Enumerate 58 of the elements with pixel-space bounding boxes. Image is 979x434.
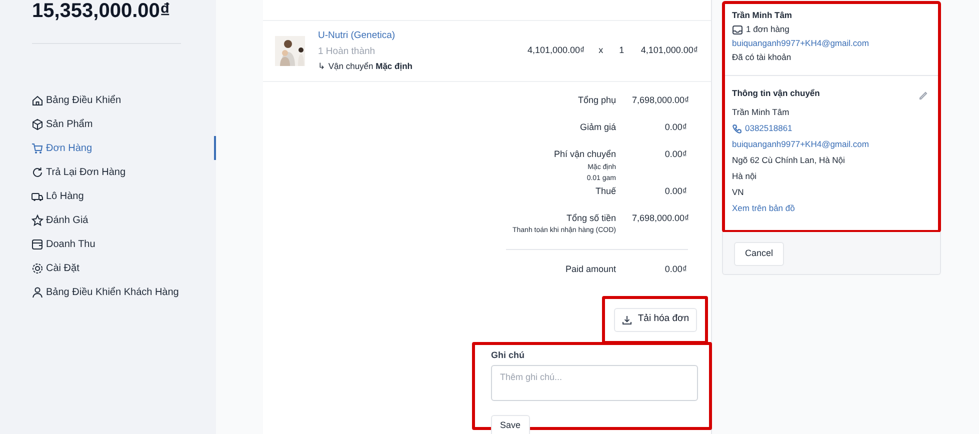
sidebar-item[interactable]: Cài Đặt (0, 256, 216, 280)
download-invoice-button[interactable]: Tải hóa đơn (614, 308, 697, 332)
summary-value: 0.00₫ (664, 262, 687, 276)
cancel-button[interactable]: Cancel (734, 242, 784, 266)
summary-label: Tổng số tiền (565, 212, 616, 225)
sidebar-item[interactable]: Sản Phẩm (0, 112, 216, 136)
customer-name: Trần Minh Tâm (732, 10, 793, 21)
wallet-icon (31, 238, 44, 250)
home-icon (31, 94, 44, 106)
map-link[interactable]: Xem trên bản đồ (732, 203, 931, 214)
pencil-icon[interactable] (918, 90, 928, 100)
note-field[interactable]: Thêm ghi chú... (491, 365, 698, 401)
quantity: 1 (619, 44, 624, 58)
shipping-method: ↳ Vận chuyển Mặc định (318, 60, 414, 73)
sidebar-item[interactable]: Đơn Hàng (0, 136, 216, 160)
revenue-total: 15,353,000.00₫ (31, 1, 172, 21)
line-total: 4,101,000.00₫ (640, 44, 698, 58)
product-status: 1 Hoàn thành (318, 44, 376, 59)
sidebar-item[interactable]: Doanh Thu (0, 232, 216, 256)
save-button[interactable]: Save (491, 415, 530, 434)
summary-value: 7,698,000.00₫ (632, 94, 687, 107)
summary-value: 0.00₫ (664, 148, 687, 161)
sidebar-item[interactable]: Bảng Điều Khiển Khách Hàng (0, 280, 216, 304)
recipient-name: Trần Minh Tâm (732, 107, 790, 118)
customer-email-link[interactable]: buiquanganh9977+KH4@gmail.com (732, 38, 931, 49)
sidebar-item[interactable]: Đánh Giá (0, 208, 216, 232)
sidebar-item[interactable]: Trả Lại Đơn Hàng (0, 160, 216, 184)
summary-value: 7,698,000.00₫ (632, 212, 687, 224)
summary-label: Thuế (594, 184, 616, 198)
user-icon (31, 286, 44, 298)
summary-value: 0.00₫ (664, 184, 687, 198)
order-count: 1 đơn hàng (746, 24, 790, 35)
account-status: Đã có tài khoản (732, 52, 792, 63)
address-text: Ngõ 62 Cù Chính Lan, Hà Nội (732, 155, 846, 166)
download-icon (622, 314, 632, 324)
multiply-sign: x (598, 44, 604, 58)
note-label: Ghi chú (491, 348, 526, 362)
sidebar-item[interactable]: Lô Hàng (0, 184, 216, 208)
box-icon (31, 118, 44, 130)
unit-price: 4,101,000.00₫ (526, 44, 585, 58)
summary-label: Giảm giá (578, 121, 616, 134)
product-link[interactable]: U-Nutri (Genetica) (318, 29, 468, 44)
summary-label: Tổng phụ (576, 94, 616, 107)
cart-icon (31, 142, 44, 154)
settings-icon (31, 262, 44, 274)
summary-value: 0.00₫ (664, 121, 687, 134)
shipping-email-link[interactable]: buiquanganh9977+KH4@gmail.com (732, 139, 931, 150)
phone-link[interactable]: 0382518861 (745, 123, 792, 134)
summary-label: Paid amount (564, 262, 616, 276)
sidebar-item[interactable]: Bảng Điều Khiển (0, 88, 216, 112)
country-text: VN (732, 187, 745, 198)
city-text: Hà nội (732, 171, 758, 182)
shipping-info-title: Thông tin vận chuyển (732, 88, 820, 98)
summary-label: Phí vận chuyển (552, 148, 616, 161)
phone-icon (732, 124, 742, 134)
star-icon (31, 214, 44, 226)
inbox-icon (732, 24, 743, 34)
refresh-icon (31, 166, 44, 178)
